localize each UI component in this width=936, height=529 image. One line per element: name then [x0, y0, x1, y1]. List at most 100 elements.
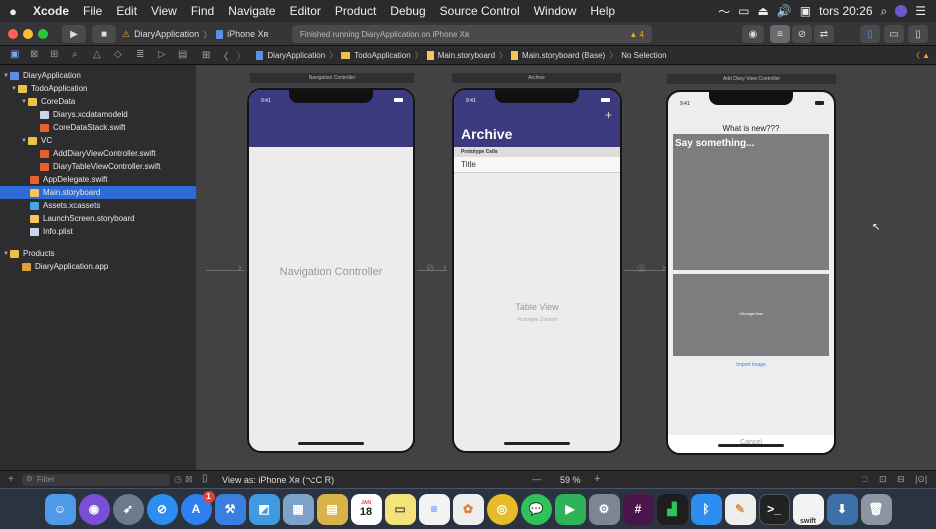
source-control-navigator-icon[interactable]: ⊠ — [30, 49, 38, 60]
tree-row[interactable]: CoreDataStack.swift — [0, 121, 196, 134]
tree-row[interactable]: ▼ DiaryApplication — [0, 69, 196, 82]
chrome-icon[interactable]: ◎ — [486, 493, 518, 525]
filter-field[interactable]: ⊜ Filter — [22, 474, 170, 486]
minimize-window-button[interactable] — [23, 29, 33, 39]
run-button[interactable]: ▶ — [62, 25, 86, 43]
slack-icon[interactable]: # — [622, 493, 654, 525]
symbol-navigator-icon[interactable]: ⊞ — [50, 49, 58, 60]
breadcrumb-file[interactable]: Main.storyboard — [438, 51, 495, 60]
tree-row[interactable]: AddDiaryViewController.swift — [0, 147, 196, 160]
scene-title-navigation[interactable]: Navigation Controller — [250, 73, 414, 83]
tree-row[interactable]: ▼ TodoApplication — [0, 82, 196, 95]
eject-icon[interactable]: ⏏ — [757, 4, 768, 18]
launchpad-icon[interactable]: ➶ — [112, 493, 144, 525]
debug-area-toggle-button[interactable]: ▭ — [884, 25, 904, 43]
terminal-icon[interactable]: >_ — [758, 493, 790, 525]
breadcrumb-group[interactable]: TodoApplication — [354, 51, 410, 60]
airplay-icon[interactable]: ▭ — [738, 4, 749, 18]
apple-menu-icon[interactable]: ● — [0, 4, 26, 19]
menu-editor[interactable]: Editor — [283, 4, 328, 18]
safari-icon[interactable]: ⊘ — [146, 493, 178, 525]
app-store-icon[interactable]: A1 — [180, 490, 215, 525]
tree-row[interactable]: DiaryTableViewController.swift — [0, 160, 196, 173]
photos-icon[interactable]: ✿ — [452, 493, 484, 525]
storyboard-canvas[interactable]: › Navigation Controller 9:41 Navigation … — [196, 65, 936, 470]
tree-row[interactable]: AppDelegate.swift — [0, 173, 196, 186]
add-diary-scene[interactable]: 9:41 What is new??? Say something... UII… — [666, 90, 836, 455]
recent-files-icon[interactable]: ◷ — [174, 474, 182, 485]
xcode-icon[interactable]: ⚒ — [214, 493, 246, 525]
view-as-device[interactable]: View as: iPhone Xʀ (⌥C R) — [222, 475, 334, 486]
siri-icon[interactable] — [895, 5, 908, 17]
menu-window[interactable]: Window — [527, 4, 584, 18]
assistant-editor-button[interactable]: ⊘ — [792, 25, 812, 43]
clock[interactable]: tors 20:26 — [819, 4, 872, 18]
menu-view[interactable]: View — [144, 4, 184, 18]
tree-row[interactable]: ▼ CoreData — [0, 95, 196, 108]
issue-warning-icon[interactable]: 〈 ▲ — [912, 50, 930, 61]
trash-icon[interactable]: 🗑 — [860, 493, 892, 525]
input-icon[interactable]: ▣ — [800, 4, 811, 18]
report-navigator-icon[interactable]: ▤ — [178, 49, 187, 60]
pages-icon[interactable]: ✎ — [724, 493, 756, 525]
tree-row[interactable]: ▼ Products — [0, 247, 196, 260]
test-navigator-icon[interactable]: ◇ — [114, 49, 122, 60]
tree-row[interactable]: Assets.xcassets — [0, 199, 196, 212]
notification-center-icon[interactable]: ☰ — [915, 4, 926, 18]
reminders-icon[interactable]: ≡ — [418, 493, 450, 525]
stop-button[interactable]: ■ — [92, 25, 116, 43]
breakpoint-navigator-icon[interactable]: ▷ — [158, 49, 166, 60]
tree-row[interactable]: ▼ VC — [0, 134, 196, 147]
find-navigator-icon[interactable]: ⌕ — [72, 49, 78, 60]
menu-xcode[interactable]: Xcode — [26, 4, 76, 18]
menu-file[interactable]: File — [76, 4, 109, 18]
back-icon[interactable]: 〈 — [218, 48, 228, 63]
warning-indicator[interactable]: ▲ 4 — [629, 30, 644, 39]
system-preferences-icon[interactable]: ⚙ — [588, 493, 620, 525]
update-frames-icon[interactable]: ⊐ — [861, 474, 869, 485]
standard-editor-button[interactable]: ≡ — [770, 25, 790, 43]
zoom-in-button[interactable]: + — [594, 473, 600, 485]
notes-icon[interactable]: ▤ — [316, 493, 348, 525]
simulator-icon[interactable]: ◩ — [248, 493, 280, 525]
menu-debug[interactable]: Debug — [383, 4, 432, 18]
segue-show-icon[interactable]: ◎ — [637, 263, 646, 274]
swift-document-icon[interactable]: swift — [792, 493, 824, 525]
forward-icon[interactable]: 〉 — [236, 48, 246, 63]
import-image-button[interactable]: Import Image — [668, 362, 834, 368]
tree-row[interactable]: LaunchScreen.storyboard — [0, 212, 196, 225]
downloads-folder-icon[interactable]: ⬇ — [826, 493, 858, 525]
scheme-selector[interactable]: ⚠ DiaryApplication 〉 iPhone Xʀ — [122, 26, 269, 42]
tree-row[interactable]: DiaryApplication.app — [0, 260, 196, 273]
inspector-toggle-button[interactable]: ▯ — [908, 25, 928, 43]
menu-help[interactable]: Help — [583, 4, 622, 18]
add-item-button[interactable]: + — [605, 108, 612, 122]
prototype-cell[interactable]: Title — [454, 157, 620, 173]
diary-text-view[interactable]: Say something... — [673, 134, 829, 270]
tree-row-selected[interactable]: Main.storyboard — [0, 186, 196, 199]
library-button[interactable]: ◉ — [742, 25, 764, 43]
disclosure-triangle-icon[interactable]: ▼ — [20, 99, 28, 105]
align-icon[interactable]: ⊟ — [897, 474, 905, 485]
embed-in-icon[interactable]: ⊡ — [879, 474, 887, 485]
zoom-level[interactable]: 59 % — [560, 475, 581, 485]
source-control-filter-icon[interactable]: ⊠ — [185, 474, 193, 485]
scene-title-add-diary[interactable]: Add Diary View Controller — [667, 74, 836, 84]
preview-icon[interactable]: ▦ — [282, 493, 314, 525]
menu-source-control[interactable]: Source Control — [433, 4, 527, 18]
project-navigator-icon[interactable]: ▣ — [10, 49, 19, 60]
scene-title-archive[interactable]: Archive — [452, 73, 621, 83]
debug-navigator-icon[interactable]: ≣ — [136, 49, 144, 60]
calendar-icon[interactable]: JAN 18 — [350, 493, 382, 525]
messages-icon[interactable]: 💬 — [520, 493, 552, 525]
breadcrumb-base[interactable]: Main.storyboard (Base) — [522, 51, 605, 60]
zoom-out-button[interactable]: — — [532, 474, 541, 484]
disclosure-triangle-icon[interactable]: ▼ — [2, 251, 10, 257]
navigator-toggle-button[interactable]: ▯ — [860, 25, 880, 43]
archive-table-scene[interactable]: 9:41 + Archive Prototype Cells Title Tab… — [452, 88, 622, 453]
document-outline-toggle-icon[interactable]: ▯ — [202, 473, 208, 484]
finder-icon[interactable]: ☺ — [44, 493, 76, 525]
stickies-icon[interactable]: ▭ — [384, 493, 416, 525]
menu-product[interactable]: Product — [328, 4, 383, 18]
spotlight-icon[interactable]: ⌕ — [881, 4, 888, 19]
